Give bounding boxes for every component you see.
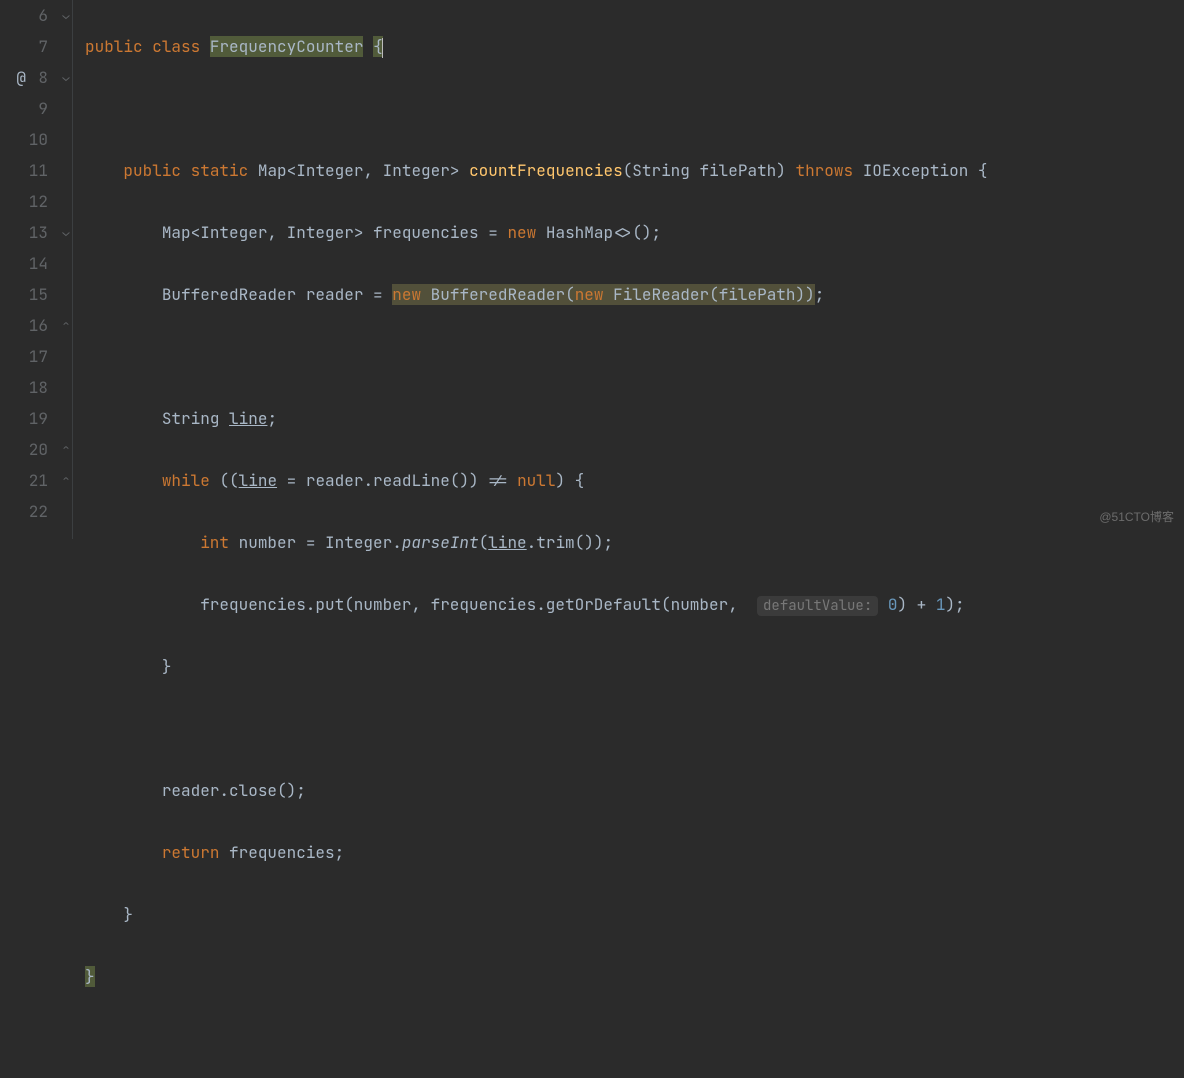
override-gutter-icon[interactable]: @ [16, 62, 26, 93]
warning-highlight: new BufferedReader(new FileReader(filePa… [392, 284, 814, 305]
code-line: } [85, 961, 1184, 992]
code-line: reader.close(); [85, 775, 1184, 806]
watermark-text: @51CTO博客 [1099, 502, 1174, 533]
line-number: 18 [0, 372, 48, 403]
code-line [85, 341, 1184, 372]
fold-toggle-icon[interactable]: ⌃ [60, 310, 72, 341]
line-number: 9 [0, 93, 48, 124]
fold-column: ⌄ ⌄ ⌄ ⌃ ⌃ ⌃ [58, 0, 72, 539]
code-line: BufferedReader reader = new BufferedRead… [85, 279, 1184, 310]
line-number: 17 [0, 341, 48, 372]
method-name: countFrequencies [469, 160, 623, 181]
line-number: 7 [0, 31, 48, 62]
line-number: 11 [0, 155, 48, 186]
code-line [85, 93, 1184, 124]
line-number-gutter: 6 7 @8 9 10 11 12 13 14 15 16 17 18 19 2… [0, 0, 58, 539]
fold-toggle-icon[interactable]: ⌄ [60, 0, 72, 31]
code-line: public class FrequencyCounter { [85, 31, 1184, 62]
code-line: while ((line = reader.readLine()) != nul… [85, 465, 1184, 496]
code-line: } [85, 899, 1184, 930]
code-line: } [85, 651, 1184, 682]
code-line: int number = Integer.parseInt(line.trim(… [85, 527, 1184, 558]
line-number: 22 [0, 496, 48, 527]
fold-toggle-icon[interactable]: ⌄ [60, 62, 72, 93]
fold-toggle-icon[interactable]: ⌃ [60, 434, 72, 465]
code-line [85, 713, 1184, 744]
class-name: FrequencyCounter [210, 36, 364, 57]
code-line: Map<Integer, Integer> frequencies = new … [85, 217, 1184, 248]
line-number: 21 [0, 465, 48, 496]
line-number: 19 [0, 403, 48, 434]
parameter-hint: defaultValue: [757, 596, 878, 616]
matching-brace: } [85, 966, 95, 987]
code-editor[interactable]: 6 7 @8 9 10 11 12 13 14 15 16 17 18 19 2… [0, 0, 1184, 539]
fold-toggle-icon[interactable]: ⌃ [60, 465, 72, 496]
code-line: frequencies.put(number, frequencies.getO… [85, 589, 1184, 620]
code-line: String line; [85, 403, 1184, 434]
caret-icon [382, 38, 383, 58]
fold-toggle-icon[interactable]: ⌄ [60, 217, 72, 248]
code-area[interactable]: public class FrequencyCounter { public s… [73, 0, 1184, 539]
line-number: 15 [0, 279, 48, 310]
line-number: 12 [0, 186, 48, 217]
line-number: 13 [0, 217, 48, 248]
code-line: return frequencies; [85, 837, 1184, 868]
line-number: 20 [0, 434, 48, 465]
line-number: 14 [0, 248, 48, 279]
line-number: @8 [0, 62, 48, 93]
line-number: 16 [0, 310, 48, 341]
line-number: 10 [0, 124, 48, 155]
code-line: public static Map<Integer, Integer> coun… [85, 155, 1184, 186]
code-line [85, 1023, 1184, 1054]
line-number: 6 [0, 0, 48, 31]
